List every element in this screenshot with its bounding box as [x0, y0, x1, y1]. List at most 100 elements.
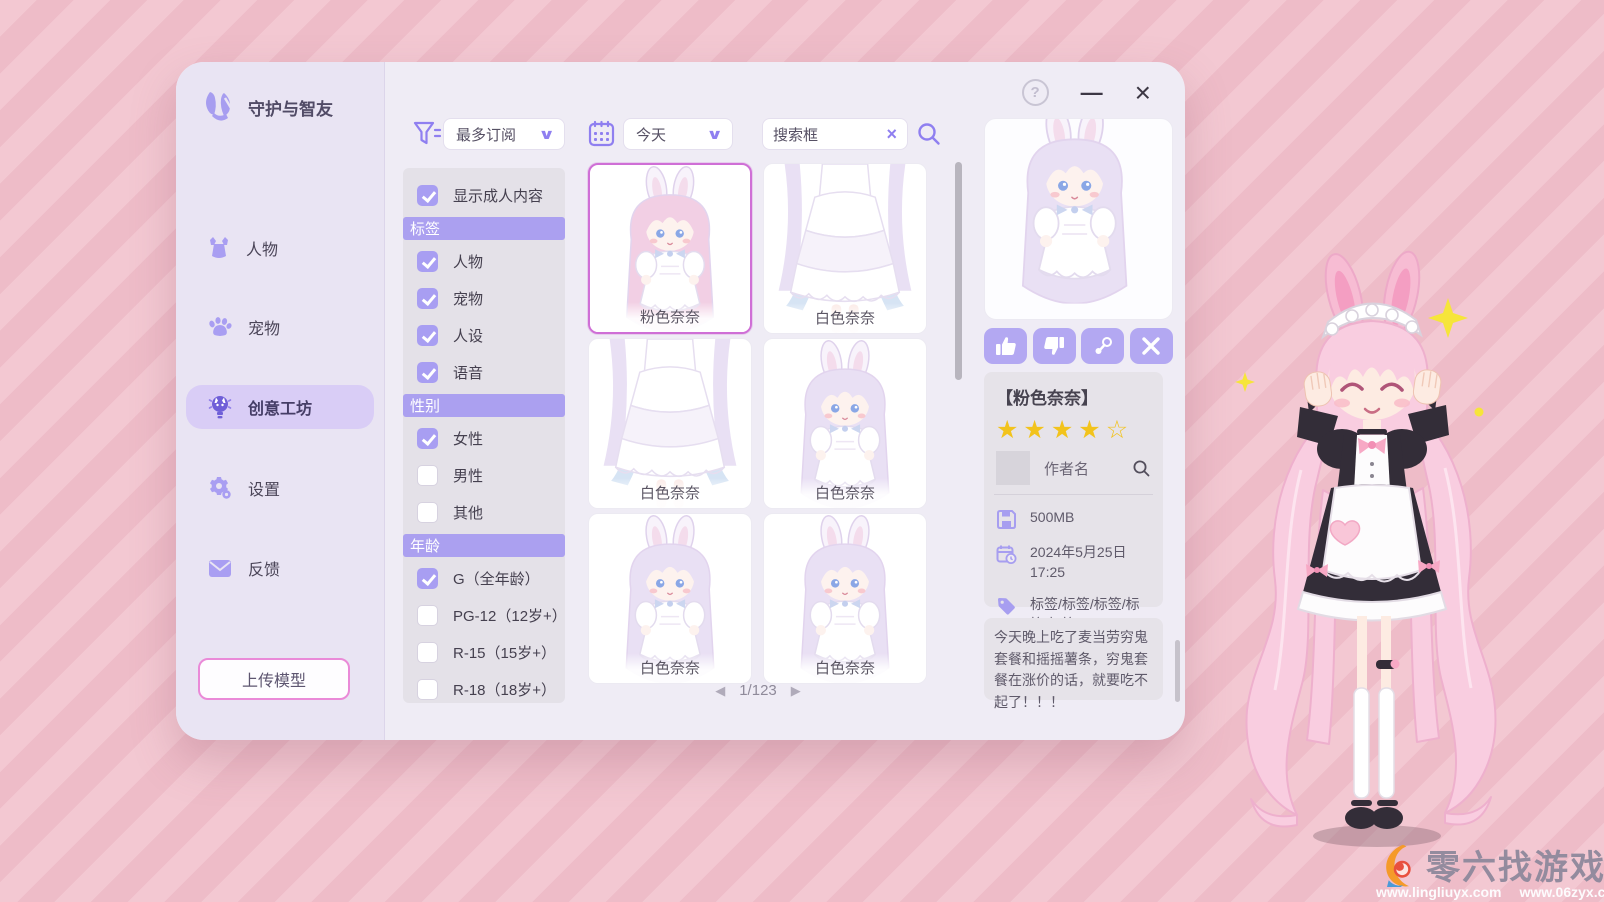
search-icon[interactable]: [916, 121, 942, 147]
filter-option[interactable]: 人物: [403, 243, 565, 280]
card-title: 白色奈奈: [764, 478, 926, 508]
divider: [994, 494, 1153, 495]
checkbox[interactable]: [417, 642, 438, 663]
model-card[interactable]: 白色奈奈: [588, 338, 752, 509]
checkbox[interactable]: [417, 325, 438, 346]
sidebar-item-label: 创意工坊: [248, 395, 312, 419]
size-row: 500MB: [996, 508, 1151, 530]
mascot-character: [1205, 240, 1515, 855]
star-icon: ★: [1078, 416, 1105, 444]
model-title: 【粉色奈奈】: [996, 384, 1151, 409]
clear-search-icon[interactable]: ×: [886, 124, 897, 145]
desktop-background: 守护与智友 人物: [0, 0, 1604, 902]
description-scrollbar[interactable]: [1175, 640, 1180, 702]
grid-scrollbar[interactable]: [955, 162, 962, 380]
upload-model-button[interactable]: 上传模型: [198, 658, 350, 700]
app-logo: 守护与智友: [202, 90, 333, 124]
sidebar-item-workshop[interactable]: 创意工坊: [186, 385, 374, 429]
sidebar: 守护与智友 人物: [176, 62, 385, 740]
sort-dropdown[interactable]: 最多订阅 ∨: [443, 118, 565, 150]
checkbox-label: 显示成人内容: [453, 185, 543, 206]
filter-option[interactable]: 其他: [403, 494, 565, 531]
checkbox[interactable]: [417, 465, 438, 486]
filter-option[interactable]: R-18（18岁+）: [403, 671, 565, 708]
filter-option[interactable]: G（全年龄）: [403, 560, 565, 597]
tag-icon: [996, 596, 1017, 617]
model-description: 今天晚上吃了麦当劳穷鬼套餐和摇摇薯条，穷鬼套餐在涨价的话，就要吃不起了！！！: [984, 618, 1163, 700]
window-close-button[interactable]: ×: [1135, 79, 1151, 106]
steam-icon[interactable]: [1081, 328, 1124, 364]
sidebar-item-characters[interactable]: 人物: [186, 226, 374, 270]
checkbox-label: 人物: [453, 251, 483, 272]
filter-option[interactable]: 人设: [403, 317, 565, 354]
sidebar-item-label: 人物: [246, 236, 278, 260]
bunny-logo-icon: [202, 90, 238, 124]
filter-option[interactable]: PG-12（12岁+）: [403, 597, 565, 634]
date-dropdown[interactable]: 今天 ∨: [623, 118, 733, 150]
card-title: 白色奈奈: [764, 653, 926, 683]
sidebar-item-settings[interactable]: 设置: [186, 466, 374, 510]
filter-option[interactable]: 语音: [403, 354, 565, 391]
filter-funnel-icon: [413, 120, 442, 148]
filter-option[interactable]: 宠物: [403, 280, 565, 317]
model-card[interactable]: 白色奈奈: [588, 513, 752, 684]
watermark-logo: [1378, 843, 1418, 887]
search-box: ×: [762, 118, 908, 150]
checkbox[interactable]: [417, 288, 438, 309]
prev-page-icon[interactable]: ◀: [715, 683, 725, 699]
page-indicator: 1/123: [739, 682, 777, 699]
date-dropdown-value: 今天: [636, 124, 666, 145]
character-icon: [208, 236, 230, 260]
sidebar-item-label: 反馈: [248, 556, 280, 580]
filter-adult-content[interactable]: 显示成人内容: [403, 177, 565, 214]
floppy-icon: [996, 509, 1017, 530]
model-card[interactable]: 粉色奈奈: [588, 163, 752, 334]
next-page-icon[interactable]: ▶: [791, 683, 801, 699]
sidebar-item-feedback[interactable]: 反馈: [186, 546, 374, 590]
close-icon[interactable]: [1130, 328, 1173, 364]
model-date: 2024年5月25日 17:25: [1030, 543, 1151, 582]
model-card[interactable]: 白色奈奈: [763, 513, 927, 684]
bulb-icon: [208, 394, 232, 420]
sidebar-item-pets[interactable]: 宠物: [186, 305, 374, 349]
filter-option[interactable]: R-15（15岁+）: [403, 634, 565, 671]
star-empty-icon: ☆: [1106, 416, 1133, 444]
minimize-button[interactable]: —: [1081, 79, 1103, 106]
card-title: 粉色奈奈: [590, 302, 750, 332]
star-icon: ★: [1023, 416, 1050, 444]
author-search-icon[interactable]: [1132, 459, 1151, 478]
checkbox[interactable]: [417, 362, 438, 383]
model-preview-image: [984, 118, 1173, 320]
window-controls: ? — ×: [1022, 79, 1151, 106]
checkbox[interactable]: [417, 502, 438, 523]
app-title: 守护与智友: [248, 95, 333, 120]
thumbs-up-button[interactable]: [984, 328, 1027, 364]
checkbox-label: PG-12（12岁+）: [453, 605, 565, 626]
checkbox[interactable]: [417, 605, 438, 626]
checkbox[interactable]: [417, 428, 438, 449]
checkbox[interactable]: [417, 568, 438, 589]
filter-panel: 显示成人内容 标签 人物 宠物 人设 语音 性别 女性: [403, 168, 565, 703]
help-button[interactable]: ?: [1022, 79, 1049, 106]
thumbs-down-button[interactable]: [1033, 328, 1076, 364]
star-icon: ★: [996, 416, 1023, 444]
model-card[interactable]: 白色奈奈: [763, 338, 927, 509]
star-icon: ★: [1051, 416, 1078, 444]
filter-section-tags: 标签: [403, 217, 565, 240]
filter-option[interactable]: 男性: [403, 457, 565, 494]
checkbox-label: 人设: [453, 325, 483, 346]
search-input[interactable]: [773, 126, 873, 143]
card-title: 白色奈奈: [764, 303, 926, 333]
author-avatar: [996, 451, 1030, 485]
watermark-url-1: www.lingliuyx.com: [1376, 884, 1502, 900]
checkbox[interactable]: [417, 251, 438, 272]
model-card[interactable]: 白色奈奈: [763, 163, 927, 334]
filter-option[interactable]: 女性: [403, 420, 565, 457]
checkbox[interactable]: [417, 185, 438, 206]
checkbox-label: 女性: [453, 428, 483, 449]
checkbox[interactable]: [417, 679, 438, 700]
watermark-brand: 零六找游戏: [1426, 840, 1604, 889]
card-title: 白色奈奈: [589, 478, 751, 508]
calendar-icon: [588, 120, 615, 147]
checkbox-label: 宠物: [453, 288, 483, 309]
